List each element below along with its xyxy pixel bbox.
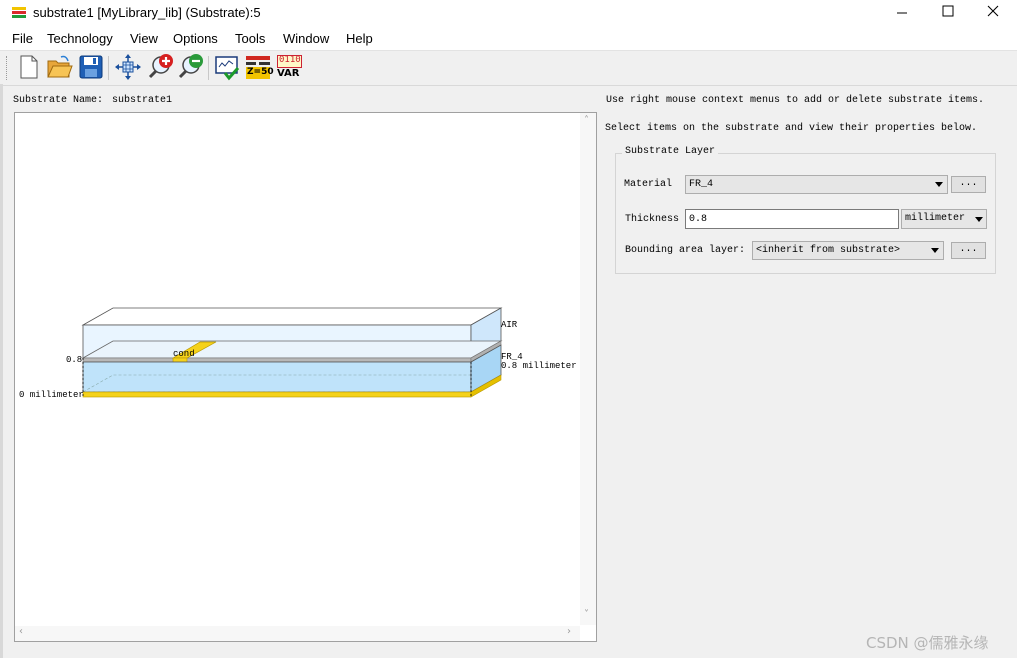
open-folder-icon[interactable] [45,53,73,81]
material-label: Material [624,179,673,190]
material-browse-button[interactable]: ... [951,176,986,193]
horizontal-scrollbar[interactable]: ‹ › [15,626,580,641]
app-icon [12,7,26,18]
menu-view[interactable]: View [130,31,158,46]
group-title: Substrate Layer [622,146,719,157]
menu-options[interactable]: Options [173,31,218,46]
chevron-down-icon [975,217,983,222]
interface-plane [81,340,503,359]
close-button[interactable] [971,0,1017,26]
close-icon [987,5,999,17]
ground-plane-front[interactable] [82,391,472,398]
bounding-label: Bounding area layer: [625,245,746,256]
fr4-thickness-label: 0.8 millimeter [501,361,577,371]
minimize-icon [897,12,907,14]
zoom-in-icon[interactable] [146,53,174,81]
thickness-input[interactable]: 0.8 [685,209,899,229]
menu-help[interactable]: Help [346,31,373,46]
var-label: VAR [277,68,300,79]
bounding-browse-button[interactable]: ... [951,242,986,259]
left-edge [0,84,3,658]
scroll-up-icon[interactable]: ˄ [584,115,589,126]
bottom-label: 0 millimeter [19,390,84,400]
scroll-right-icon[interactable]: › [567,626,571,637]
toolbar-separator [208,56,209,80]
save-icon[interactable] [77,53,105,81]
check-icon[interactable] [213,53,241,81]
watermark: CSDN @儒雅永缘 [866,634,989,652]
maximize-button[interactable] [925,0,971,26]
substrate-name-value: substrate1 [112,95,173,106]
air-top-face[interactable] [81,307,503,326]
impedance-z50-icon[interactable]: Z=50 [245,54,274,80]
substrate-diagram[interactable] [15,113,580,625]
thickness-value: 0.8 [689,214,708,225]
material-value: FR_4 [689,179,714,190]
substrate-name-label: Substrate Name: [13,95,104,106]
bounding-value: <inherit from substrate> [756,245,901,256]
z50-label: Z=50 [247,67,274,77]
bounding-select[interactable]: <inherit from substrate> [752,241,944,260]
binary-label: 0110 [279,55,301,65]
material-select[interactable]: FR_4 [685,175,948,194]
unit-select[interactable]: millimeter [901,209,987,229]
unit-value: millimeter [905,213,966,224]
toolbar-separator [108,56,109,80]
menu-technology[interactable]: Technology [47,31,113,46]
chevron-down-icon [935,182,943,187]
vertical-scrollbar[interactable]: ˄ ˅ [580,113,596,625]
cond-layer-edge[interactable] [82,357,472,363]
window-title: substrate1 [MyLibrary_lib] (Substrate):5 [33,5,261,20]
zoom-out-icon[interactable] [176,53,204,81]
minimize-button[interactable] [879,0,925,26]
chevron-down-icon [931,248,939,253]
menu-tools[interactable]: Tools [235,31,265,46]
toolbar-grip[interactable] [6,56,9,80]
new-file-icon[interactable] [15,53,43,81]
var-icon[interactable]: 0110 VAR [276,54,302,80]
menu-window[interactable]: Window [283,31,329,46]
cond-label: cond [173,349,195,359]
air-label: AIR [501,320,518,330]
scroll-left-icon[interactable]: ‹ [19,626,23,637]
hint-line-1: Use right mouse context menus to add or … [606,95,985,106]
thickness-label: Thickness [625,214,680,225]
fr4-front-face[interactable] [82,361,472,393]
pan-icon[interactable] [114,53,142,81]
left-thickness-label: 0.8 [66,355,83,365]
scroll-down-icon[interactable]: ˅ [584,609,589,620]
menu-file[interactable]: File [12,31,33,46]
hint-line-2: Select items on the substrate and view t… [605,123,978,134]
maximize-icon [942,5,954,17]
